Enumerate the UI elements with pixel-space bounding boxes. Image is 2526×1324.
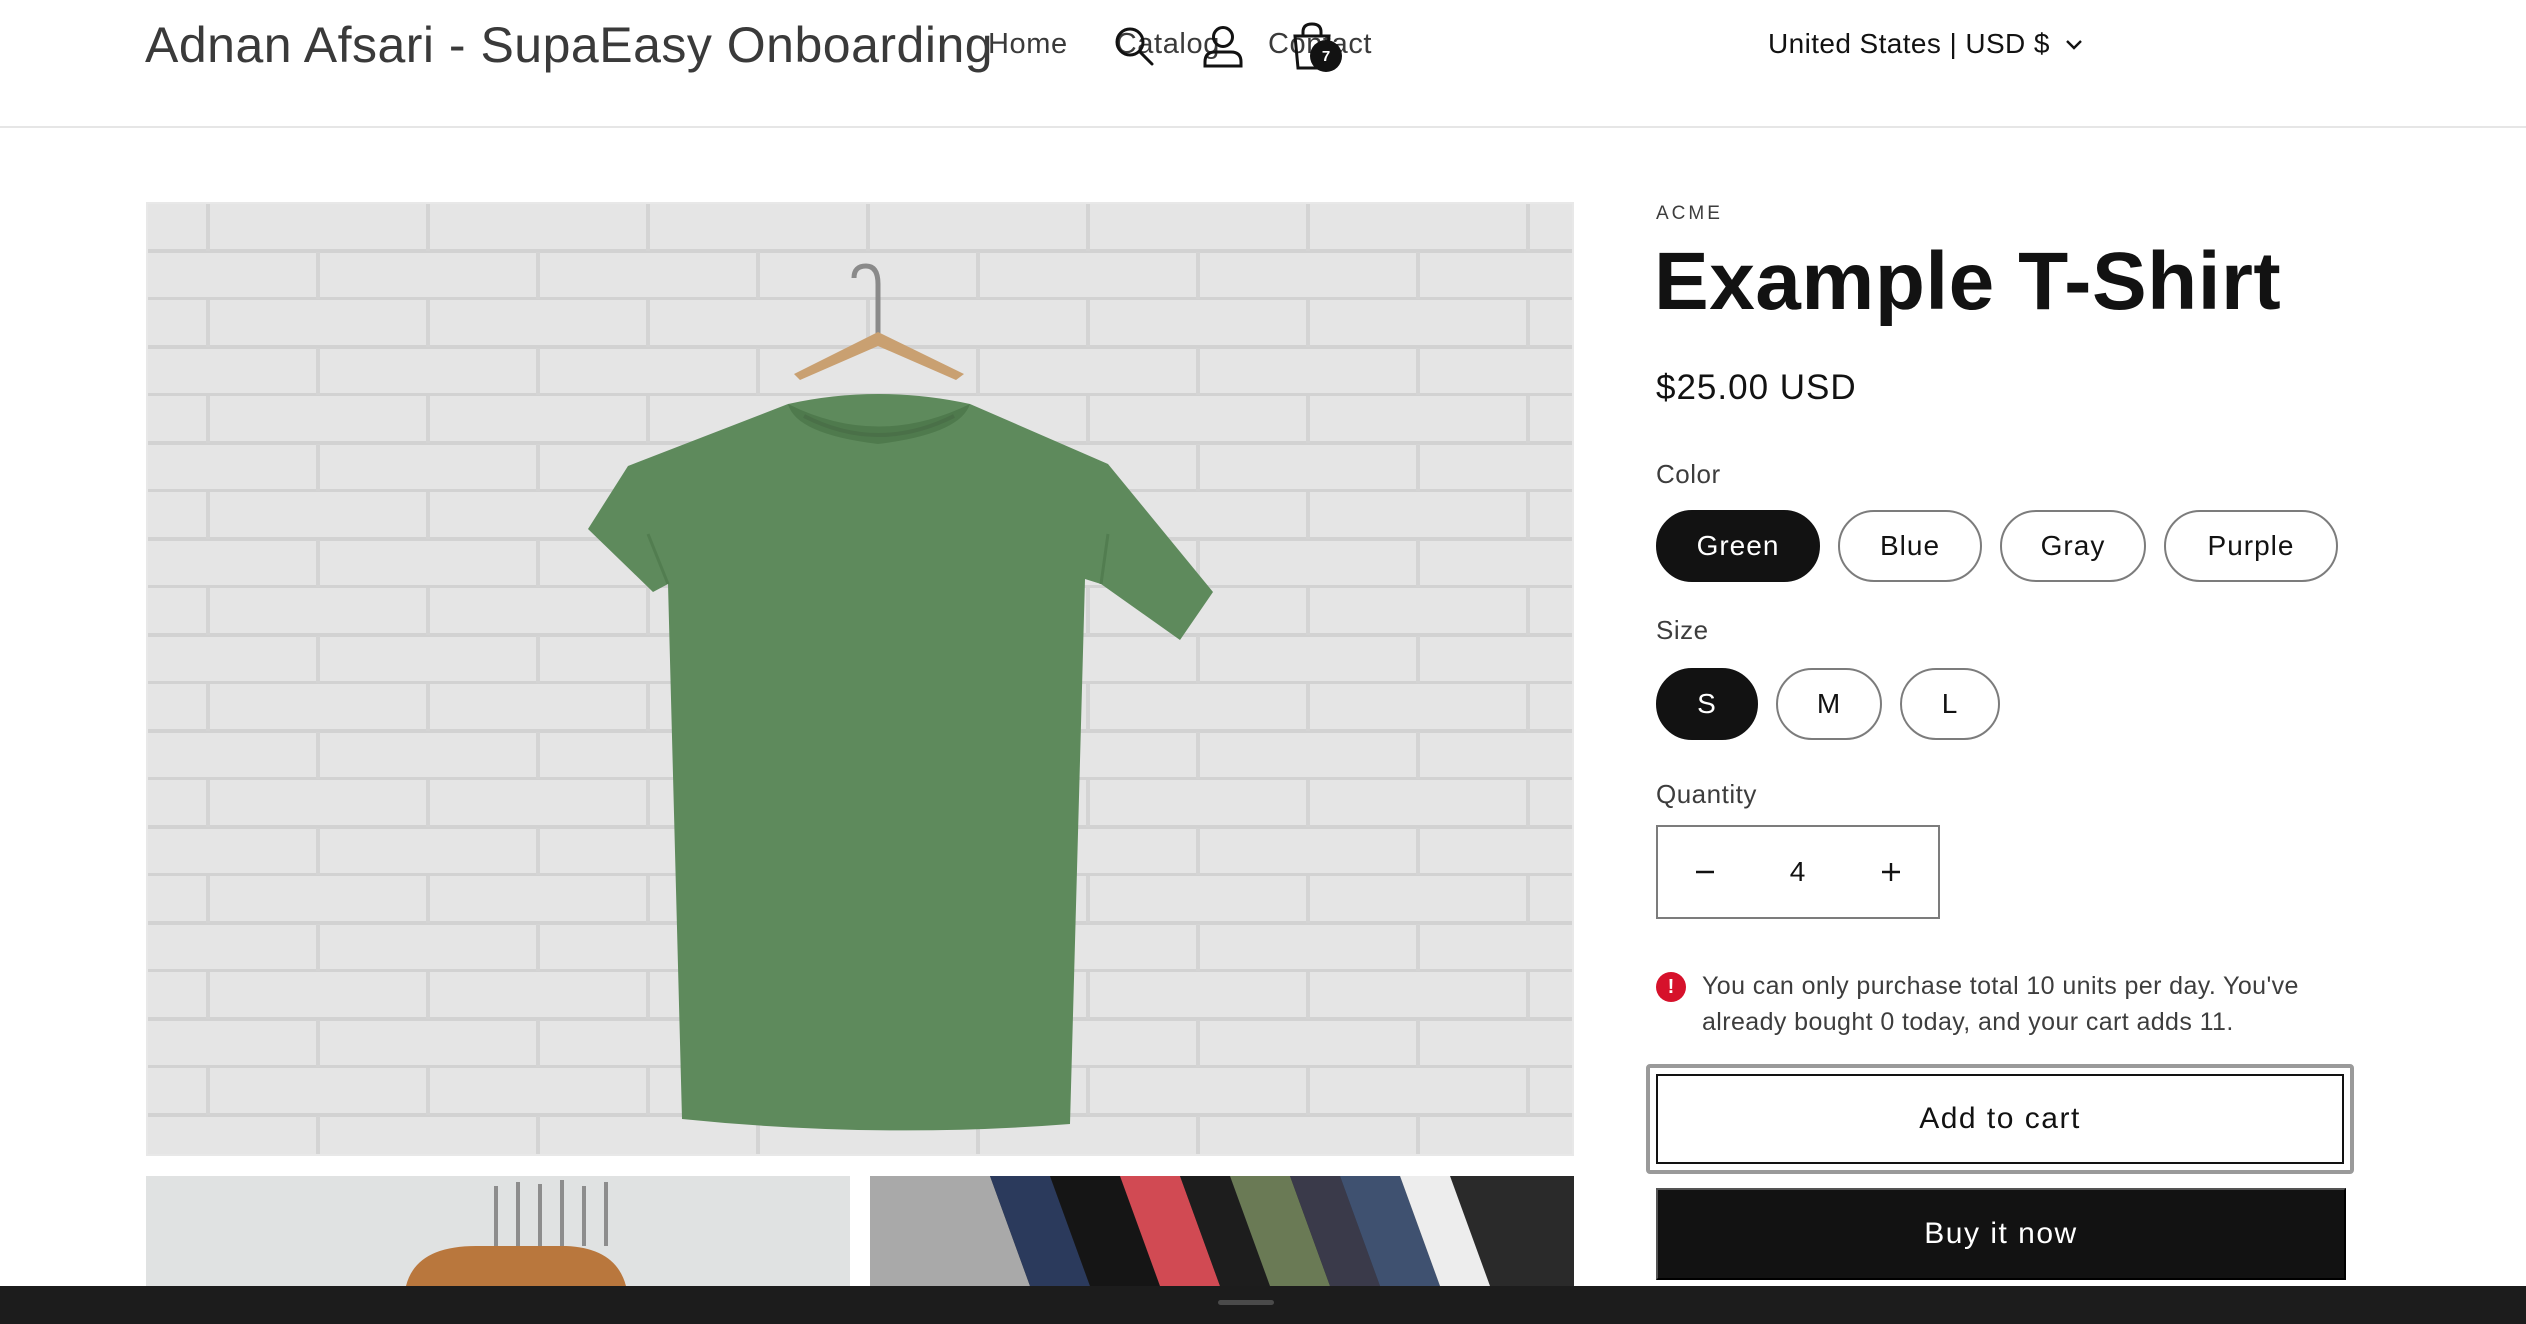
size-option-s[interactable]: S bbox=[1656, 668, 1758, 740]
size-option-l[interactable]: L bbox=[1900, 668, 2000, 740]
quantity-decrease-button[interactable] bbox=[1658, 827, 1752, 917]
product-main-image[interactable] bbox=[146, 202, 1574, 1156]
color-option-purple[interactable]: Purple bbox=[2164, 510, 2338, 582]
quantity-stepper: 4 bbox=[1656, 825, 1940, 919]
nav-home[interactable]: Home bbox=[988, 24, 1068, 64]
size-option-m[interactable]: M bbox=[1776, 668, 1882, 740]
locale-label: United States | USD $ bbox=[1768, 28, 2050, 59]
drag-handle[interactable] bbox=[1218, 1300, 1274, 1305]
product-thumbnail-stack[interactable] bbox=[870, 1176, 1574, 1286]
product-vendor: ACME bbox=[1656, 203, 1723, 224]
add-to-cart-button[interactable]: Add to cart bbox=[1656, 1074, 2344, 1164]
store-brand[interactable]: Adnan Afsari - SupaEasy Onboarding bbox=[145, 14, 993, 76]
tshirt-photo bbox=[148, 204, 1572, 1154]
product-thumbnail-hangers[interactable] bbox=[146, 1176, 850, 1286]
size-label: Size bbox=[1656, 615, 1709, 645]
cart-count-badge: 7 bbox=[1310, 40, 1342, 72]
error-icon: ! bbox=[1656, 972, 1686, 1002]
quantity-increase-button[interactable] bbox=[1844, 827, 1938, 917]
color-label: Color bbox=[1656, 459, 1721, 489]
search-icon bbox=[1115, 27, 1154, 66]
minus-icon bbox=[1696, 870, 1714, 874]
size-options: S M L bbox=[1656, 668, 2000, 740]
error-text: You can only purchase total 10 units per… bbox=[1702, 972, 2299, 1036]
product-title: Example T-Shirt bbox=[1654, 236, 2282, 327]
quantity-error-message: ! You can only purchase total 10 units p… bbox=[1656, 968, 2376, 1040]
plus-icon bbox=[1882, 863, 1900, 881]
quantity-label: Quantity bbox=[1656, 779, 1757, 809]
locale-selector[interactable]: United States | USD $ bbox=[1768, 24, 2084, 64]
color-option-green[interactable]: Green bbox=[1656, 510, 1820, 582]
folded-shirts-photo bbox=[870, 1176, 1574, 1286]
bottom-system-bar bbox=[0, 1286, 2526, 1324]
color-options: Green Blue Gray Purple bbox=[1656, 510, 2338, 582]
buy-it-now-button[interactable]: Buy it now bbox=[1656, 1188, 2346, 1280]
quantity-input[interactable]: 4 bbox=[1752, 856, 1844, 888]
account-icon bbox=[1203, 26, 1243, 68]
search-button[interactable] bbox=[1104, 16, 1164, 76]
account-button[interactable] bbox=[1193, 16, 1253, 76]
cart-button[interactable]: 7 bbox=[1282, 16, 1342, 76]
chevron-down-icon bbox=[2065, 40, 2082, 50]
site-header: Adnan Afsari - SupaEasy Onboarding Home … bbox=[0, 0, 2526, 128]
product-price: $25.00 USD bbox=[1656, 368, 1857, 407]
hangers-photo bbox=[146, 1176, 850, 1286]
color-option-gray[interactable]: Gray bbox=[2000, 510, 2146, 582]
color-option-blue[interactable]: Blue bbox=[1838, 510, 1982, 582]
